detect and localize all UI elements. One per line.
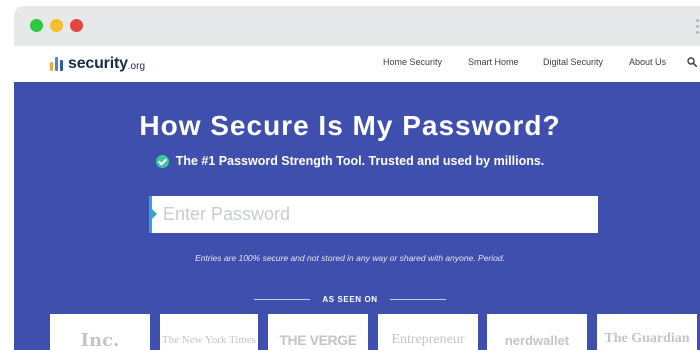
- nav-item-digital-security[interactable]: Digital Security: [543, 57, 603, 67]
- main-nav: Home Security Smart Home Digital Securit…: [14, 46, 700, 82]
- press-logo-inc: Inc.: [50, 314, 150, 350]
- nav-item-about-us[interactable]: About Us: [629, 57, 666, 67]
- press-logo-nyt: The New York Times: [160, 314, 258, 350]
- window-zoom-button[interactable]: [30, 19, 43, 32]
- title-bar: [14, 6, 700, 46]
- search-icon[interactable]: [687, 57, 697, 67]
- check-circle-icon: [155, 154, 169, 168]
- as-seen-on-divider: AS SEEN ON: [14, 293, 686, 305]
- password-field: [149, 196, 598, 233]
- window-close-button[interactable]: [70, 19, 83, 32]
- as-seen-on-label: AS SEEN ON: [322, 294, 378, 304]
- divider-line-right: [389, 298, 446, 300]
- divider-line-left: [254, 298, 311, 300]
- hero-section: How Secure Is My Password? The #1 Passwo…: [14, 82, 700, 350]
- kebab-menu-icon[interactable]: [696, 19, 700, 37]
- hero-subtitle: The #1 Password Strength Tool. Trusted a…: [14, 154, 686, 168]
- press-logo-verge: THE VERGE: [268, 314, 368, 350]
- press-logo-entrepreneur: Entrepreneur: [378, 314, 478, 350]
- press-logos: Inc. The New York Times THE VERGE Entrep…: [14, 314, 700, 350]
- page-title: How Secure Is My Password?: [139, 110, 561, 141]
- nav-item-smart-home[interactable]: Smart Home: [468, 57, 519, 67]
- nav-item-home-security[interactable]: Home Security: [383, 57, 442, 67]
- security-disclaimer: Entries are 100% secure and not stored i…: [195, 253, 505, 263]
- hero-subtitle-text: The #1 Password Strength Tool. Trusted a…: [175, 154, 545, 168]
- browser-window: security .org Home Security Smart Home D…: [14, 6, 700, 350]
- press-logo-guardian: The Guardian: [597, 314, 697, 350]
- window-minimize-button[interactable]: [50, 19, 63, 32]
- password-input[interactable]: [163, 196, 593, 233]
- press-logo-nerdwallet: nerdwallet: [487, 314, 587, 350]
- input-accent-marker: [149, 196, 157, 233]
- site-header: security .org Home Security Smart Home D…: [14, 46, 700, 82]
